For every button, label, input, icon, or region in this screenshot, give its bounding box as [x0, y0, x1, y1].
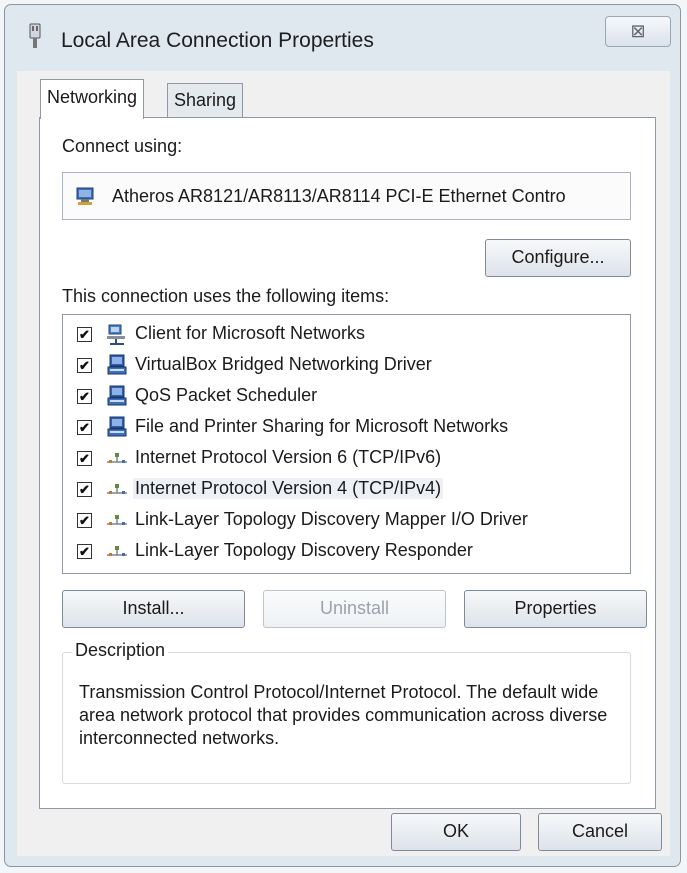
properties-button[interactable]: Properties	[464, 590, 647, 628]
window-title: Local Area Connection Properties	[61, 29, 374, 52]
items-label: This connection uses the following items…	[62, 286, 390, 306]
item-checkbox[interactable]: ✔	[77, 451, 92, 466]
description-group: Description Transmission Control Protoco…	[62, 640, 631, 784]
item-label: File and Printer Sharing for Microsoft N…	[135, 416, 509, 436]
tab-sharing[interactable]: Sharing	[167, 83, 244, 118]
description-text: Transmission Control Protocol/Internet P…	[79, 682, 608, 748]
item-checkbox[interactable]: ✔	[77, 544, 92, 559]
network-client-icon	[107, 324, 125, 345]
list-item[interactable]: ✔ Client for Microsoft Networks	[63, 321, 630, 352]
connect-using-label: Connect using:	[62, 136, 183, 156]
item-checkbox[interactable]: ✔	[77, 482, 92, 497]
install-button[interactable]: Install...	[62, 590, 245, 628]
list-item[interactable]: ✔ Link-Layer Topology Discovery Mapper I…	[63, 507, 630, 538]
item-label: Client for Microsoft Networks	[135, 323, 366, 343]
networking-tab-panel: Connect using: Atheros AR8121/AR8113/AR8…	[39, 117, 656, 809]
properties-dialog: Local Area Connection Properties ⊠ Netwo…	[4, 4, 681, 867]
item-label: QoS Packet Scheduler	[135, 385, 318, 405]
protocol-icon	[107, 484, 127, 494]
description-legend: Description	[72, 640, 169, 661]
list-item[interactable]: ✔ File and Printer Sharing for Microsoft…	[63, 414, 630, 445]
item-checkbox[interactable]: ✔	[77, 327, 92, 342]
item-checkbox[interactable]: ✔	[77, 420, 92, 435]
configure-button[interactable]: Configure...	[485, 239, 631, 277]
item-checkbox[interactable]: ✔	[77, 358, 92, 373]
item-checkbox[interactable]: ✔	[77, 389, 92, 404]
network-card-icon	[76, 187, 94, 205]
adapter-field: Atheros AR8121/AR8113/AR8114 PCI-E Ether…	[62, 172, 631, 220]
list-item[interactable]: ✔ Link-Layer Topology Discovery Responde…	[63, 538, 630, 569]
close-button[interactable]: ⊠	[605, 16, 671, 47]
items-list[interactable]: ✔ Client for Microsoft Networks ✔ Virtua…	[62, 314, 631, 574]
protocol-icon	[107, 515, 127, 525]
cancel-button[interactable]: Cancel	[538, 813, 662, 851]
item-label: Internet Protocol Version 6 (TCP/IPv6)	[135, 447, 442, 467]
network-service-icon	[107, 416, 127, 437]
item-label: Link-Layer Topology Discovery Mapper I/O…	[135, 509, 528, 529]
close-icon: ⊠	[630, 21, 646, 41]
item-label: Internet Protocol Version 4 (TCP/IPv4)	[133, 478, 444, 499]
network-service-icon	[107, 385, 127, 406]
protocol-icon	[107, 453, 127, 463]
item-label: Link-Layer Topology Discovery Responder	[135, 540, 473, 560]
network-service-icon	[107, 354, 127, 375]
ok-button[interactable]: OK	[391, 813, 521, 851]
list-item-selected[interactable]: ✔ Internet Protocol Version 4 (TCP/IPv4)	[63, 476, 630, 507]
dialog-client-area: Networking Sharing Connect using: Athero…	[17, 71, 670, 856]
uninstall-button[interactable]: Uninstall	[263, 590, 446, 628]
tab-networking[interactable]: Networking	[40, 79, 145, 119]
list-item[interactable]: ✔ VirtualBox Bridged Networking Driver	[63, 352, 630, 383]
network-adapter-icon	[29, 23, 41, 48]
list-item[interactable]: ✔ QoS Packet Scheduler	[63, 383, 630, 414]
adapter-name: Atheros AR8121/AR8113/AR8114 PCI-E Ether…	[112, 186, 566, 206]
title-bar: Local Area Connection Properties ⊠	[5, 5, 680, 69]
list-item[interactable]: ✔ Internet Protocol Version 6 (TCP/IPv6)	[63, 445, 630, 476]
item-checkbox[interactable]: ✔	[77, 513, 92, 528]
item-label: VirtualBox Bridged Networking Driver	[135, 354, 432, 374]
protocol-icon	[107, 546, 127, 556]
